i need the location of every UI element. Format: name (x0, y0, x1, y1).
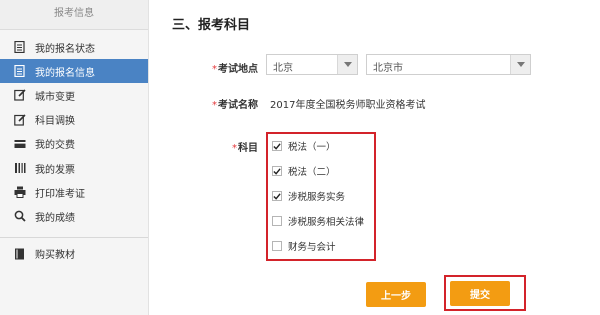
checkbox-checked[interactable] (272, 141, 282, 151)
sidebar-item-subject-swap[interactable]: 科目调换 (0, 108, 148, 132)
required-mark: * (232, 143, 237, 154)
chevron-down-icon (337, 55, 357, 74)
sidebar-item-city-change[interactable]: 城市变更 (0, 83, 148, 107)
submit-button[interactable]: 提交 (450, 281, 510, 306)
document-icon (13, 65, 26, 78)
sidebar-divider (0, 236, 148, 238)
prev-step-button[interactable]: 上一步 (366, 282, 426, 307)
sidebar-item-label: 科目调换 (35, 116, 75, 128)
sidebar-item-payment[interactable]: 我的交费 (0, 132, 148, 156)
subject-label: 涉税服务实务 (288, 192, 346, 203)
subject-tax-law-1[interactable]: 税法（一） (272, 138, 336, 154)
subject-label: 涉税服务相关法律 (288, 217, 365, 228)
checkbox-unchecked[interactable] (272, 241, 282, 251)
location-label: *考试地点 (212, 64, 258, 75)
edit-icon (13, 89, 26, 102)
subject-tax-related-law[interactable]: 涉税服务相关法律 (272, 213, 364, 229)
sidebar-item-label: 我的交费 (35, 140, 75, 152)
province-value: 北京 (273, 63, 293, 74)
city-select[interactable]: 北京市 (366, 54, 531, 75)
edit-icon (13, 113, 26, 126)
subject-label: 税法（一） (288, 142, 336, 153)
sidebar-item-print-admission[interactable]: 打印准考证 (0, 180, 148, 204)
sidebar-item-buy-textbooks[interactable]: 购买教材 (0, 242, 148, 266)
search-icon (13, 210, 26, 223)
sidebar-item-label: 我的发票 (35, 164, 75, 176)
sidebar-item-invoice[interactable]: 我的发票 (0, 156, 148, 180)
sidebar-item-registration-info[interactable]: 我的报名信息 (0, 59, 148, 84)
required-mark: * (212, 64, 217, 75)
city-value: 北京市 (373, 63, 403, 74)
required-mark: * (212, 100, 217, 111)
printer-icon (13, 186, 26, 199)
sidebar-item-label: 我的报名状态 (35, 43, 95, 55)
checkbox-unchecked[interactable] (272, 216, 282, 226)
sidebar-item-label: 我的报名信息 (35, 67, 95, 79)
sidebar-item-label: 我的成绩 (35, 212, 75, 224)
subjects-group: 税法（一） 税法（二） 涉税服务实务 涉税服务相关法律 财务与会计 (266, 132, 376, 261)
exam-name-value: 2017年度全国税务师职业资格考试 (270, 100, 426, 111)
subject-finance-accounting[interactable]: 财务与会计 (272, 238, 336, 254)
subject-label: 财务与会计 (288, 242, 336, 253)
sidebar-item-label: 城市变更 (35, 91, 75, 103)
subject-label: 税法（二） (288, 167, 336, 178)
sidebar-header: 报考信息 (0, 0, 148, 30)
sidebar-item-registration-status[interactable]: 我的报名状态 (0, 35, 148, 59)
sidebar-item-label: 购买教材 (35, 250, 75, 262)
subject-tax-service-practice[interactable]: 涉税服务实务 (272, 188, 345, 204)
invoice-icon (13, 162, 26, 175)
section-title: 三、报考科目 (172, 18, 251, 33)
checkbox-checked[interactable] (272, 166, 282, 176)
sidebar-item-scores[interactable]: 我的成绩 (0, 204, 148, 228)
checkbox-checked[interactable] (272, 191, 282, 201)
subject-tax-law-2[interactable]: 税法（二） (272, 163, 336, 179)
sidebar: 报考信息 我的报名状态 我的报名信息 城市变更 科目调换 我的交费 我的发票 打… (0, 0, 149, 315)
sidebar-menu: 我的报名状态 我的报名信息 城市变更 科目调换 我的交费 我的发票 打印准考证 … (0, 30, 148, 229)
document-icon (13, 41, 26, 54)
subjects-label: *科目 (232, 143, 258, 154)
sidebar-item-label: 打印准考证 (35, 188, 85, 200)
main-content: 三、报考科目 *考试地点 北京 北京市 *考试名称 2017年度全国税务师职业资… (150, 0, 600, 315)
province-select[interactable]: 北京 (266, 54, 358, 75)
card-icon (13, 137, 26, 150)
book-icon (13, 247, 26, 260)
chevron-down-icon (510, 55, 530, 74)
exam-name-label: *考试名称 (212, 100, 258, 111)
